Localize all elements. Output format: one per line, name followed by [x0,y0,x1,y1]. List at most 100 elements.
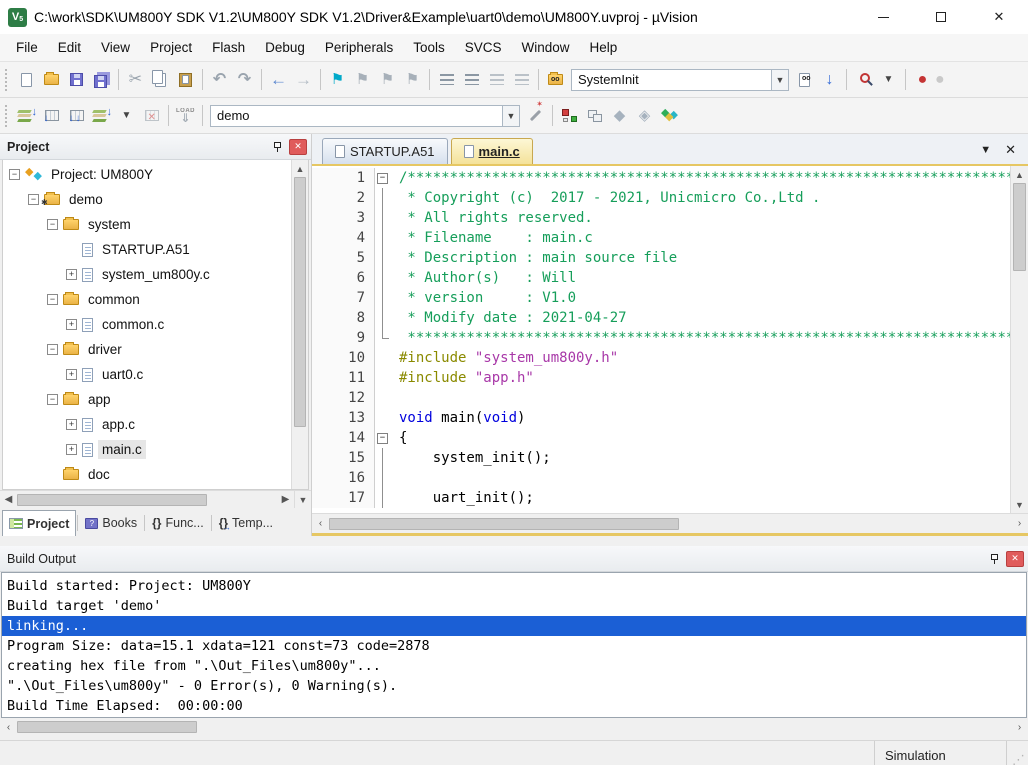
collapse-icon[interactable]: − [28,194,39,205]
tree-item-project-um800y[interactable]: −◆◆Project: UM800Y [3,162,291,187]
flash-configure-icon[interactable]: ◆ [607,104,632,128]
code-line[interactable]: 13void main(void) [312,408,1010,428]
copy-icon[interactable] [148,68,173,92]
collapse-icon[interactable]: − [47,394,58,405]
build-output-line[interactable]: Program Size: data=15.1 xdata=121 const=… [2,636,1026,656]
code-line[interactable]: 17 uart_init(); [312,488,1010,508]
scrollbar-thumb[interactable] [1013,183,1026,271]
expand-icon[interactable]: + [66,319,77,330]
comment-selection-icon[interactable] [484,68,509,92]
collapse-icon[interactable]: − [47,294,58,305]
code-line[interactable]: 9 **************************************… [312,328,1010,348]
find-in-document-icon[interactable]: oo [792,68,817,92]
redo-icon[interactable]: ↷ [232,68,257,92]
scroll-left-icon[interactable]: ◀ [0,491,17,509]
code-line[interactable]: 8 * Modify date : 2021-04-27 [312,308,1010,328]
code-line[interactable]: 14−{ [312,428,1010,448]
new-file-icon[interactable] [14,68,39,92]
pin-icon[interactable] [268,139,286,155]
collapse-icon[interactable]: − [9,169,20,180]
scroll-right-icon[interactable]: › [1011,515,1028,533]
build-output-line[interactable]: Build Time Elapsed: 00:00:00 [2,696,1026,716]
tab-list-dropdown-icon[interactable]: ▼ [980,144,991,156]
code-line[interactable]: 7 * version : V1.0 [312,288,1010,308]
code-area[interactable]: 1−/*************************************… [312,166,1028,513]
menu-edit[interactable]: Edit [48,36,91,59]
fold-collapse-icon[interactable]: − [377,433,388,444]
expand-icon[interactable]: + [66,444,77,455]
build-output-line[interactable]: Build target 'demo' [2,596,1026,616]
minimize-button[interactable] [854,0,912,34]
stop-build-icon[interactable]: ✕ [139,104,164,128]
bookmark-prev-icon[interactable]: ⚑ [350,68,375,92]
target-options-icon[interactable] [557,104,582,128]
code-line[interactable]: 16 [312,468,1010,488]
bookmark-toggle-icon[interactable]: ⚑ [325,68,350,92]
build-output-line[interactable]: linking... [2,616,1026,636]
undo-icon[interactable]: ↶ [207,68,232,92]
find-in-files-icon[interactable]: oo [543,68,568,92]
tree-item-uart0-c[interactable]: +uart0.c [3,362,291,387]
tree-item-demo[interactable]: −demo [3,187,291,212]
menu-flash[interactable]: Flash [202,36,255,59]
scrollbar-thumb[interactable] [17,494,207,506]
close-icon[interactable]: ✕ [1006,551,1024,567]
tree-item-system[interactable]: −system [3,212,291,237]
toolbar-grip[interactable] [5,105,10,127]
scroll-right-icon[interactable]: ▶ [277,491,294,509]
rebuild-all-icon[interactable]: ↓↓ [64,104,89,128]
tree-horizontal-scrollbar[interactable]: ◀ ▶ ▼ [0,490,311,508]
manage-rte-icon[interactable]: ◈ [632,104,657,128]
build-output-line[interactable]: creating hex file from ".\Out_Files\um80… [2,656,1026,676]
menu-debug[interactable]: Debug [255,36,315,59]
build-horizontal-scrollbar[interactable]: ‹ › [0,718,1028,736]
scroll-left-icon[interactable]: ‹ [0,718,17,736]
outdent-icon[interactable] [459,68,484,92]
panel-tab-func[interactable]: {}Func... [146,510,210,536]
file-extensions-icon[interactable] [582,104,607,128]
batch-build-icon[interactable]: ↓ [89,104,114,128]
code-line[interactable]: 1−/*************************************… [312,168,1010,188]
code-line[interactable]: 3 * All rights reserved. [312,208,1010,228]
dropdown-caret-icon[interactable]: ▼ [876,68,901,92]
build-target-icon[interactable]: ↓ [39,104,64,128]
open-file-icon[interactable] [39,68,64,92]
cut-icon[interactable]: ✂ [123,68,148,92]
menu-project[interactable]: Project [140,36,202,59]
tree-item-doc[interactable]: doc [3,462,291,487]
collapse-icon[interactable]: − [47,219,58,230]
code-line[interactable]: 2 * Copyright (c) 2017 - 2021, Unicmicro… [312,188,1010,208]
tree-item-system-um800y-c[interactable]: +system_um800y.c [3,262,291,287]
scroll-down-icon[interactable]: ▼ [294,491,311,509]
editor-horizontal-scrollbar[interactable]: ‹ › [312,513,1028,533]
code-line[interactable]: 15 system_init(); [312,448,1010,468]
tree-vertical-scrollbar[interactable]: ▲ [291,160,308,489]
collapse-icon[interactable]: − [47,344,58,355]
pin-icon[interactable] [985,551,1003,567]
chevron-down-icon[interactable]: ▼ [771,70,788,90]
download-load-icon[interactable]: LOAD⇓ [173,104,198,128]
navigate-back-icon[interactable]: ← [266,68,291,92]
scroll-down-icon[interactable]: ▼ [1011,496,1028,513]
build-output-line[interactable]: ".\Out_Files\um800y" - 0 Error(s), 0 War… [2,676,1026,696]
close-button[interactable]: ✕ [970,0,1028,34]
editor-tab-main-c[interactable]: main.c [451,138,533,164]
scroll-up-icon[interactable]: ▲ [292,160,308,177]
maximize-button[interactable] [912,0,970,34]
menu-svcs[interactable]: SVCS [455,36,512,59]
save-icon[interactable] [64,68,89,92]
tree-item-app-c[interactable]: +app.c [3,412,291,437]
tree-item-main-c[interactable]: +main.c [3,437,291,462]
indent-icon[interactable] [434,68,459,92]
tree-item-startup-a51[interactable]: STARTUP.A51 [3,237,291,262]
breakpoint-edge-icon[interactable]: ● [935,68,944,92]
menu-help[interactable]: Help [580,36,628,59]
code-line[interactable]: 11#include "app.h" [312,368,1010,388]
code-line[interactable]: 4 * Filename : main.c [312,228,1010,248]
close-icon[interactable]: ✕ [289,139,307,155]
code-line[interactable]: 12 [312,388,1010,408]
tree-item-driver[interactable]: −driver [3,337,291,362]
incremental-find-icon[interactable]: ↓ [817,68,842,92]
uncomment-selection-icon[interactable] [509,68,534,92]
code-line[interactable]: 10#include "system_um800y.h" [312,348,1010,368]
